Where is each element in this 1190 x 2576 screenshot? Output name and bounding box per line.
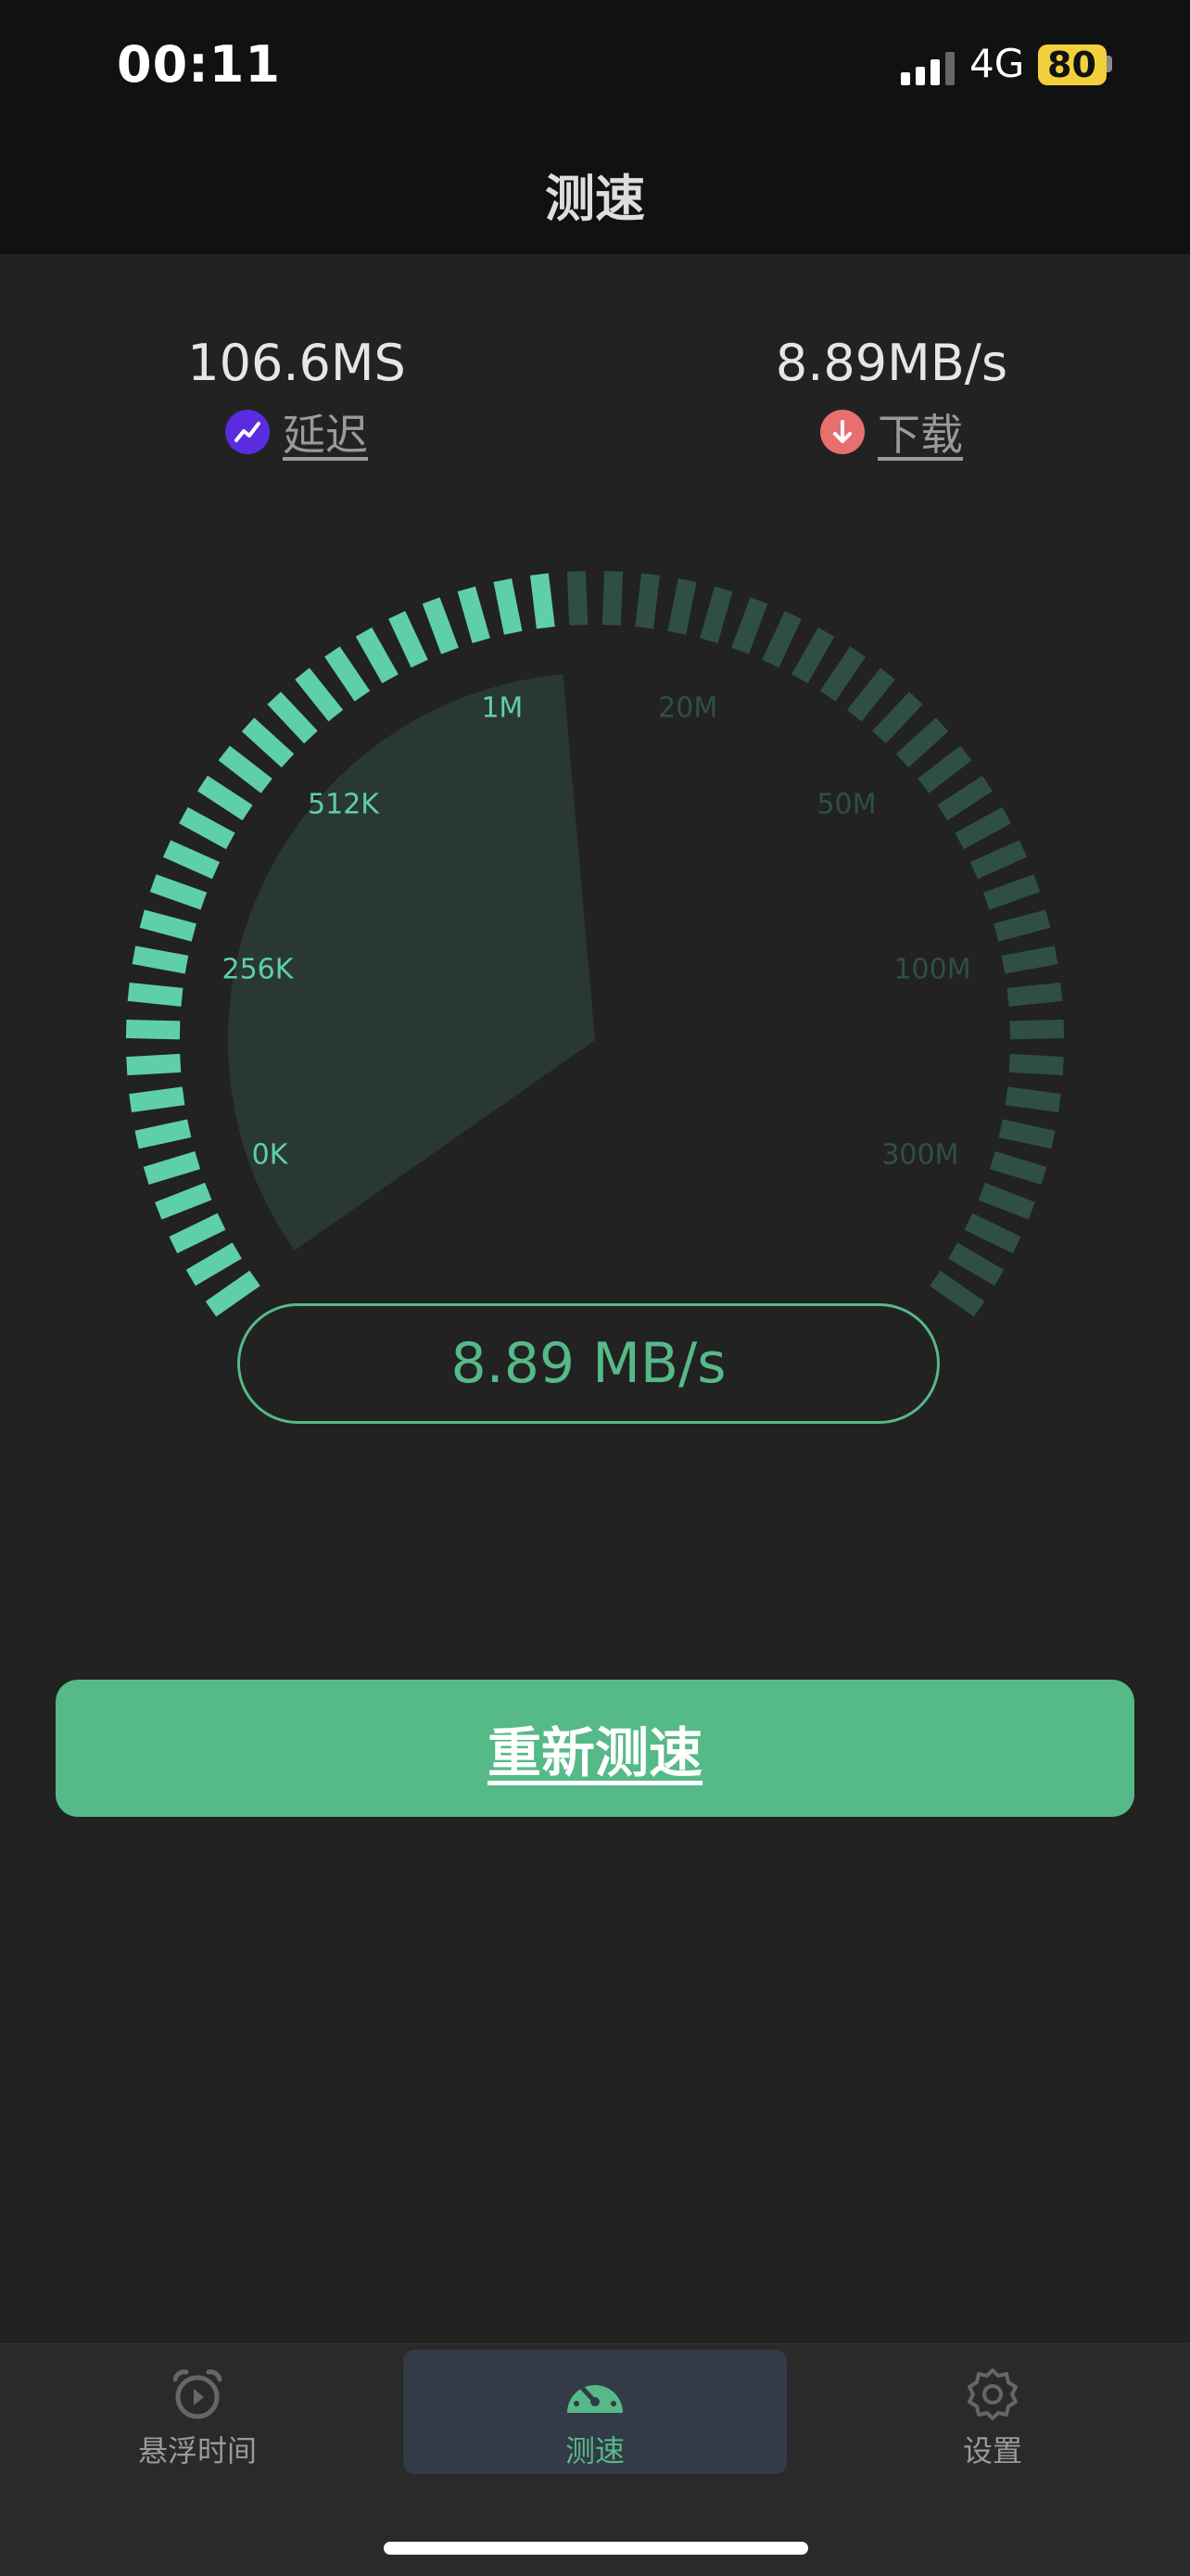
gauge-tick	[169, 1212, 226, 1254]
gauge-scale-label: 1M	[481, 692, 523, 725]
gauge-tick	[731, 597, 768, 654]
download-metric: 8.89MB/s 下载	[706, 334, 1077, 463]
gauge-tick	[143, 1151, 201, 1185]
alarm-clock-icon	[172, 2369, 222, 2419]
gauge-tick	[978, 1182, 1035, 1220]
gauge-tick	[149, 874, 208, 910]
latency-label[interactable]: 延迟	[283, 401, 368, 463]
gauge-tick	[422, 597, 459, 654]
battery-icon	[1107, 56, 1112, 72]
status-time: 00:11	[117, 35, 281, 94]
gauge-tick	[139, 909, 196, 942]
gauge-scale-label: 256K	[222, 953, 294, 985]
gauge-tick	[819, 646, 866, 702]
gauge-scale-label: 300M	[881, 1138, 958, 1171]
tab-label: 测速	[564, 2433, 625, 2468]
gauge-scale-label: 20M	[658, 692, 717, 725]
home-indicator	[384, 2542, 808, 2555]
signal-icon	[901, 48, 956, 85]
gauge-tick	[982, 874, 1041, 910]
gauge-tick	[155, 1182, 212, 1220]
gauge-tick	[955, 806, 1011, 850]
gauge-tick	[1006, 982, 1063, 1007]
gauge-tick	[872, 692, 923, 744]
gauge-tick	[635, 573, 661, 629]
latency-metric: 106.6MS 延迟	[111, 334, 482, 463]
gauge-tick	[127, 982, 184, 1007]
gauge-tick	[1001, 945, 1058, 974]
gauge-tick	[129, 1086, 185, 1112]
retest-button[interactable]: 重新测速	[56, 1680, 1134, 1817]
gauge-tick	[918, 745, 972, 793]
arrow-down-icon	[820, 410, 865, 454]
gauge-tick	[700, 586, 733, 643]
gear-icon	[968, 2368, 1018, 2420]
gauge-tick	[295, 667, 344, 722]
gauge-tick	[529, 573, 555, 629]
gauge-tick	[791, 627, 835, 684]
current-speed-display: 8.89 MB/s	[237, 1303, 940, 1424]
gauge-tick	[762, 611, 802, 668]
gauge-tick	[948, 1242, 1005, 1287]
gauge-tick	[895, 717, 949, 768]
gauge-tick	[197, 775, 253, 821]
speed-gauge: 0K 256K 512K 1M 20M 50M 100M 300M	[125, 571, 1065, 1317]
battery-level: 80	[1038, 44, 1107, 85]
page-title: 测速	[545, 170, 645, 228]
gauge-tick	[267, 692, 318, 744]
gauge-tick	[218, 745, 272, 793]
tab-speed-test[interactable]: 测速	[403, 2350, 787, 2474]
gauge-scale-label: 0K	[252, 1138, 289, 1171]
gauge-scale-label: 100M	[893, 953, 970, 985]
gauge-tick	[1009, 1019, 1065, 1040]
gauge-tick	[1005, 1086, 1061, 1112]
tab-settings[interactable]: 设置	[801, 2350, 1184, 2474]
tab-label: 设置	[962, 2433, 1022, 2468]
gauge-tick	[179, 806, 235, 850]
tab-float-time[interactable]: 悬浮时间	[6, 2350, 389, 2474]
gauge-tick	[930, 1270, 985, 1317]
gauge-tick	[989, 1151, 1047, 1185]
gauge-tick	[162, 840, 221, 880]
download-value: 8.89MB/s	[775, 334, 1008, 392]
gauge-tick	[134, 1119, 192, 1149]
gauge-tick	[324, 646, 371, 702]
gauge-tick	[566, 571, 589, 626]
gauge-tick	[126, 1053, 182, 1076]
gauge-tick	[132, 945, 189, 974]
network-type: 4G	[969, 41, 1025, 86]
latency-value: 106.6MS	[187, 334, 406, 392]
gauge-tick	[241, 717, 295, 768]
status-bar: 00:11 4G 80	[0, 0, 1190, 130]
gauge-scale-label: 50M	[817, 789, 876, 821]
gauge-tick	[205, 1270, 260, 1317]
gauge-tick	[1008, 1053, 1064, 1076]
tab-label: 悬浮时间	[137, 2433, 257, 2468]
gauge-tick	[937, 775, 993, 821]
gauge-tick	[846, 667, 895, 722]
gauge-tick	[667, 577, 697, 635]
gauge-tick	[185, 1242, 242, 1287]
gauge-scale-label: 512K	[308, 789, 380, 821]
gauge-tick	[964, 1212, 1021, 1254]
gauge-tick	[355, 627, 399, 684]
trend-up-icon	[225, 410, 270, 454]
gauge-tick	[969, 840, 1028, 880]
gauge-tick	[994, 909, 1051, 942]
gauge-tick	[493, 577, 523, 635]
gauge-tick	[998, 1119, 1056, 1149]
speedometer-icon	[567, 2377, 623, 2413]
gauge-tick	[125, 1019, 181, 1040]
gauge-tick	[457, 586, 490, 643]
gauge-tick	[601, 571, 624, 626]
gauge-tick	[388, 611, 428, 668]
download-label[interactable]: 下载	[878, 401, 963, 463]
